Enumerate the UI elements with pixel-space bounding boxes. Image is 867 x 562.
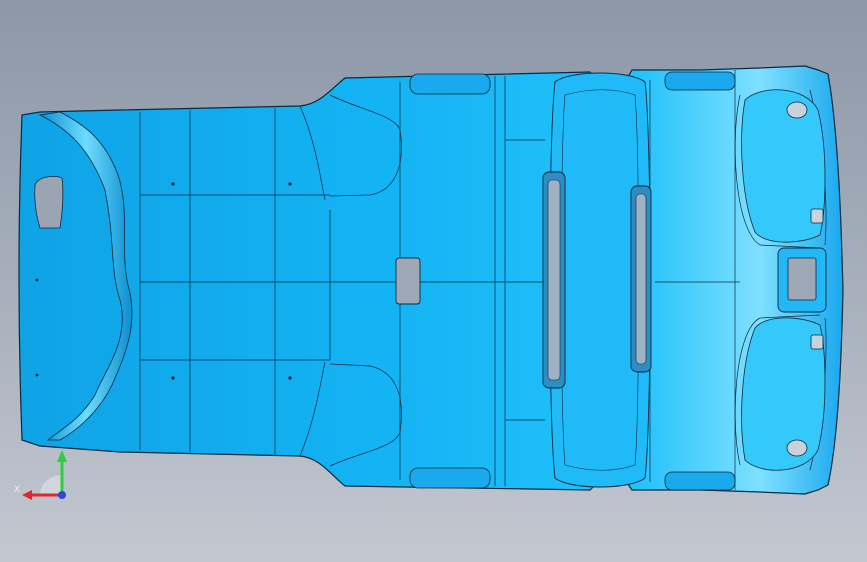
headliner-body bbox=[18, 65, 844, 495]
3d-viewport[interactable]: X bbox=[0, 0, 867, 562]
left-cutout bbox=[34, 176, 64, 229]
center-cutout bbox=[395, 257, 421, 305]
axis-triad[interactable]: X bbox=[10, 440, 90, 510]
model-view[interactable] bbox=[0, 0, 867, 562]
x-axis-label: X bbox=[14, 485, 20, 495]
